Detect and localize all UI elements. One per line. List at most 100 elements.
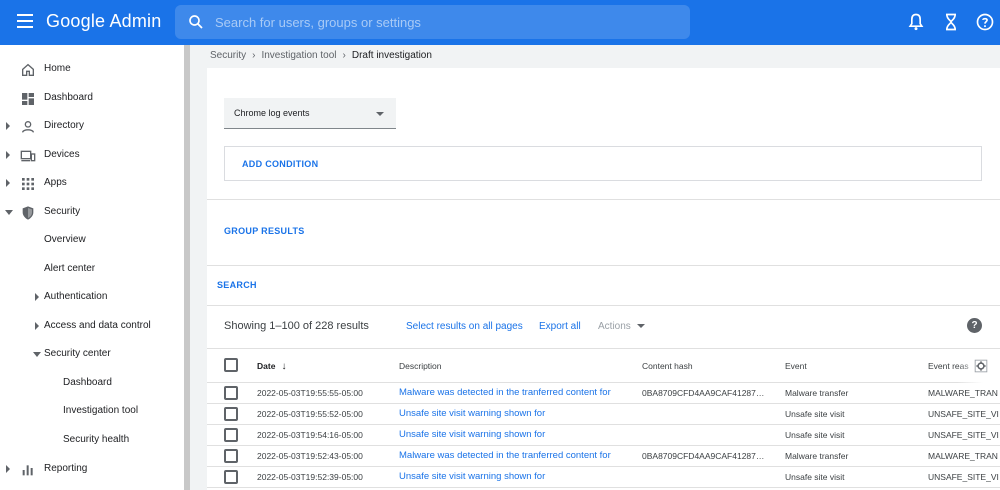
table-row[interactable]: 2022-05-03T19:52:43-05:00 Malware was de…: [207, 446, 1000, 467]
cell-event: Unsafe site visit: [785, 430, 845, 440]
collapse-arrow-icon[interactable]: [5, 210, 13, 215]
cell-description-link[interactable]: Unsafe site visit warning shown for: [399, 471, 545, 482]
sidebar-item-home[interactable]: Home: [0, 56, 184, 84]
cell-date: 2022-05-03T19:55:52-05:00: [257, 409, 363, 419]
table-row[interactable]: 2022-05-03T19:55:52-05:00 Unsafe site vi…: [207, 404, 1000, 425]
chevron-right-icon: ›: [342, 50, 346, 61]
group-results-button[interactable]: GROUP RESULTS: [224, 226, 305, 236]
cell-date: 2022-05-03T19:52:39-05:00: [257, 472, 363, 482]
sidebar-item-label: Authentication: [44, 291, 108, 302]
sidebar-item-label: Security health: [63, 434, 130, 445]
cell-event-reason: MALWARE_TRAN: [928, 388, 998, 398]
sidebar-item-security-dashboard[interactable]: Dashboard: [0, 370, 184, 398]
cell-description-link[interactable]: Malware was detected in the tranferred c…: [399, 387, 611, 398]
sidebar-item-label: Devices: [44, 149, 80, 160]
cell-content-hash: 0BA8709CFD4AA9CAF41287…: [642, 388, 765, 398]
cell-event: Malware transfer: [785, 388, 849, 398]
apps-grid-icon: [22, 178, 34, 190]
divider: [207, 265, 1000, 266]
row-checkbox[interactable]: [224, 386, 238, 400]
investigation-card: Chrome log events ADD CONDITION GROUP RE…: [207, 68, 1000, 490]
cell-date: 2022-05-03T19:54:16-05:00: [257, 430, 363, 440]
cell-description-link[interactable]: Unsafe site visit warning shown for: [399, 429, 545, 440]
export-all-link[interactable]: Export all: [539, 321, 581, 332]
sidebar-item-apps[interactable]: Apps: [0, 170, 184, 198]
shield-icon: [22, 206, 34, 220]
chevron-right-icon: ›: [252, 50, 256, 61]
column-header-date[interactable]: Date ↓: [257, 361, 286, 372]
side-navigation: Home Dashboard Directory Devices Apps Se…: [0, 45, 184, 490]
search-bar[interactable]: [175, 5, 690, 39]
sidebar-item-reporting[interactable]: Reporting: [0, 456, 184, 484]
home-icon: [22, 63, 34, 76]
breadcrumb-current: Draft investigation: [351, 50, 432, 61]
collapse-arrow-icon[interactable]: [33, 352, 41, 357]
notifications-bell-icon[interactable]: [906, 12, 926, 32]
sidebar-item-security-health[interactable]: Security health: [0, 427, 184, 455]
select-all-pages-link[interactable]: Select results on all pages: [406, 321, 523, 332]
sidebar-item-investigation-tool[interactable]: Investigation tool: [0, 398, 184, 426]
row-checkbox[interactable]: [224, 407, 238, 421]
data-source-value: Chrome log events: [234, 108, 310, 118]
sidebar-scrollbar[interactable]: [184, 45, 190, 490]
arrow-down-icon: ↓: [281, 361, 287, 372]
expand-arrow-icon[interactable]: [6, 151, 10, 159]
row-checkbox[interactable]: [224, 428, 238, 442]
table-row[interactable]: 2022-05-03T19:52:39-05:00 Unsafe site vi…: [207, 467, 1000, 488]
sidebar-item-alert-center[interactable]: Alert center: [0, 256, 184, 284]
sidebar-item-access-and-data-control[interactable]: Access and data control: [0, 313, 184, 341]
actions-menu[interactable]: Actions: [598, 321, 645, 332]
sidebar-item-label: Apps: [44, 177, 67, 188]
sidebar-item-devices[interactable]: Devices: [0, 142, 184, 170]
table-row[interactable]: 2022-05-03T19:55:55-05:00 Malware was de…: [207, 383, 1000, 404]
column-header-content-hash[interactable]: Content hash: [642, 361, 693, 371]
row-checkbox[interactable]: [224, 449, 238, 463]
search-button[interactable]: SEARCH: [217, 280, 257, 290]
table-row[interactable]: 2022-05-03T19:54:16-05:00 Unsafe site vi…: [207, 425, 1000, 446]
cell-date: 2022-05-03T19:52:43-05:00: [257, 451, 363, 461]
cell-description-link[interactable]: Malware was detected in the tranferred c…: [399, 450, 611, 461]
sidebar-item-security-center[interactable]: Security center: [0, 341, 184, 369]
top-app-bar: Google Admin: [0, 0, 1000, 45]
expand-arrow-icon[interactable]: [6, 179, 10, 187]
add-condition-button[interactable]: ADD CONDITION: [242, 159, 318, 169]
divider: [207, 199, 1000, 200]
cell-description-link[interactable]: Unsafe site visit warning shown for: [399, 408, 545, 419]
expand-arrow-icon[interactable]: [35, 293, 39, 301]
results-summary: Showing 1–100 of 228 results: [224, 320, 369, 332]
breadcrumb-security[interactable]: Security: [210, 50, 246, 61]
sidebar-item-overview[interactable]: Overview: [0, 227, 184, 255]
column-header-event[interactable]: Event: [785, 361, 807, 371]
select-all-checkbox[interactable]: [224, 358, 238, 372]
table-header: Date ↓ Description Content hash Event Eve…: [207, 348, 1000, 384]
sidebar-item-dashboard[interactable]: Dashboard: [0, 85, 184, 113]
sidebar-item-label: Security center: [44, 348, 111, 359]
column-settings-gear-icon[interactable]: [974, 359, 988, 373]
expand-arrow-icon[interactable]: [6, 122, 10, 130]
row-checkbox[interactable]: [224, 470, 238, 484]
hamburger-menu-icon[interactable]: [17, 14, 33, 28]
hourglass-tasks-icon[interactable]: [941, 12, 961, 32]
sidebar-item-directory[interactable]: Directory: [0, 113, 184, 141]
data-source-select[interactable]: Chrome log events: [224, 98, 396, 129]
sidebar-item-label: Investigation tool: [63, 405, 139, 416]
sidebar-item-security[interactable]: Security: [0, 199, 184, 227]
search-input[interactable]: [215, 5, 675, 39]
cell-event: Unsafe site visit: [785, 472, 845, 482]
app-title[interactable]: Google Admin: [46, 11, 161, 32]
expand-arrow-icon[interactable]: [35, 322, 39, 330]
expand-arrow-icon[interactable]: [6, 465, 10, 473]
sidebar-item-label: Security: [44, 206, 81, 217]
sidebar-item-label: Reporting: [44, 463, 88, 474]
column-header-description[interactable]: Description: [399, 361, 442, 371]
dropdown-caret-icon: [636, 324, 645, 329]
help-circle-icon[interactable]: [975, 12, 995, 32]
sidebar-item-label: Directory: [44, 120, 85, 131]
sidebar-item-label: Overview: [44, 234, 86, 245]
dropdown-caret-icon: [376, 112, 384, 116]
sidebar-item-authentication[interactable]: Authentication: [0, 284, 184, 312]
breadcrumb-investigation-tool[interactable]: Investigation tool: [261, 50, 336, 61]
person-icon: [22, 121, 34, 133]
sidebar-item-label: Access and data control: [44, 320, 151, 331]
help-icon[interactable]: ?: [967, 318, 982, 333]
